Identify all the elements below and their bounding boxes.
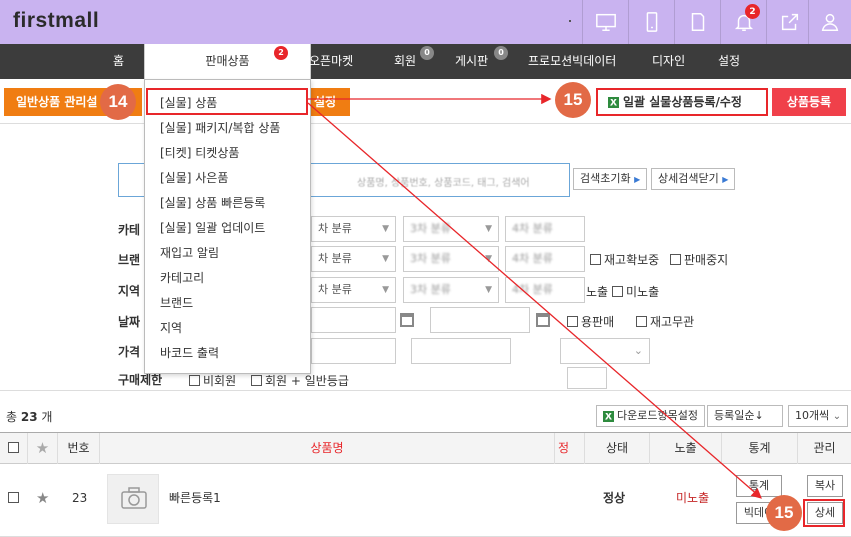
annotation-arrows xyxy=(307,93,762,499)
step-badge-b: 15 xyxy=(555,82,591,118)
step-badge-a: 14 xyxy=(100,84,136,120)
step-badge-c: 15 xyxy=(766,495,802,531)
arrow-to-detail-button xyxy=(307,102,762,499)
